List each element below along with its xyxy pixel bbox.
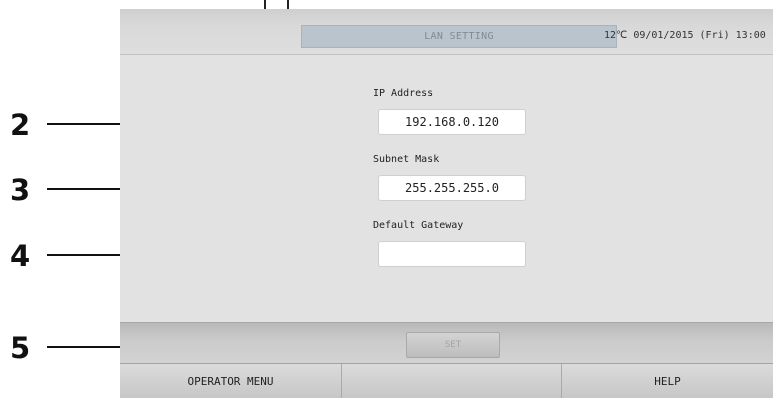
help-button[interactable]: HELP <box>561 364 773 398</box>
default-gateway-label: Default Gateway <box>373 220 464 231</box>
action-bar: SET <box>120 322 773 363</box>
header-bar: LAN SETTING 12℃ 09/01/2015 (Fri) 13:00 <box>120 9 773 55</box>
default-gateway-field[interactable] <box>378 241 526 267</box>
ip-address-field[interactable]: 192.168.0.120 <box>378 109 526 135</box>
bottom-menu: OPERATOR MENU HELP <box>120 363 773 398</box>
datetime-readout: 09/01/2015 (Fri) 13:00 <box>633 30 766 41</box>
subnet-mask-label: Subnet Mask <box>373 154 440 165</box>
callout-2: 2 <box>10 108 31 142</box>
set-button[interactable]: SET <box>406 332 500 358</box>
callout-3: 3 <box>10 173 31 207</box>
menu-blank-button[interactable] <box>341 364 561 398</box>
operator-menu-button[interactable]: OPERATOR MENU <box>120 364 341 398</box>
subnet-mask-field[interactable]: 255.255.255.0 <box>378 175 526 201</box>
ip-address-label: IP Address <box>373 88 434 99</box>
lan-setting-screen: LAN SETTING 12℃ 09/01/2015 (Fri) 13:00 I… <box>120 9 773 398</box>
status-readout: 12℃ 09/01/2015 (Fri) 13:00 <box>604 25 766 46</box>
callout-4: 4 <box>10 239 31 273</box>
callout-5: 5 <box>10 331 31 365</box>
page-title: LAN SETTING <box>301 25 617 48</box>
temperature-readout: 12℃ <box>604 30 628 41</box>
